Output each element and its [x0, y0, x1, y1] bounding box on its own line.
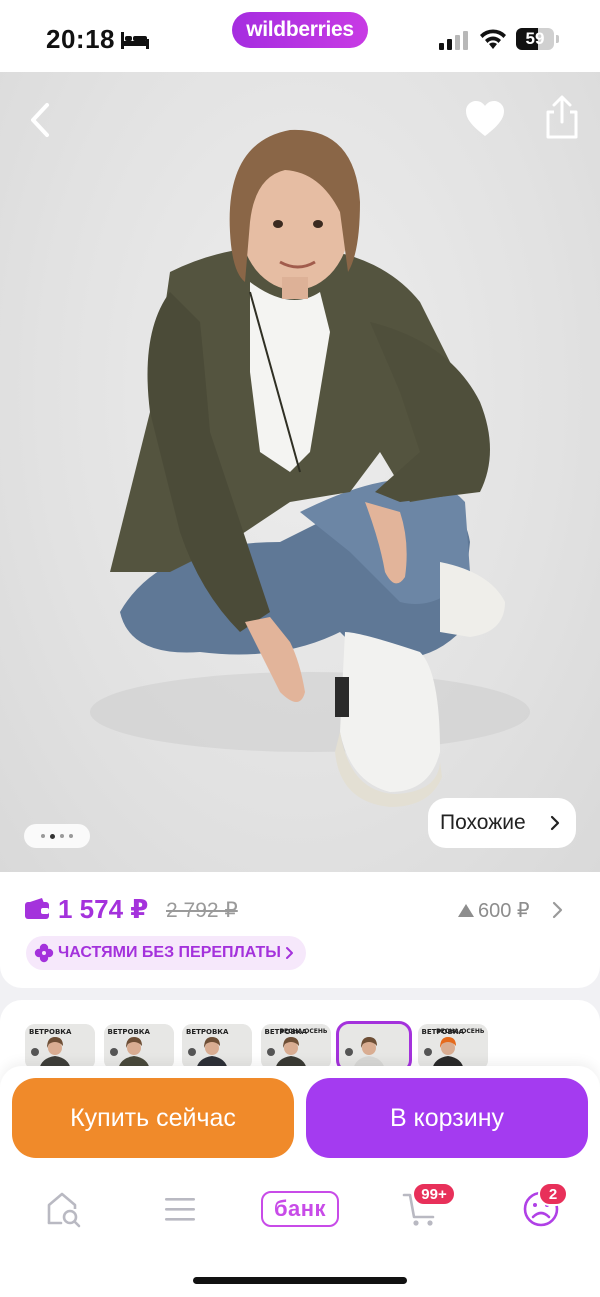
bed-icon — [121, 32, 149, 49]
chevron-right-icon[interactable] — [552, 901, 564, 919]
status-time: 20:18 — [46, 24, 115, 54]
share-icon — [546, 95, 578, 139]
battery-level: 59 — [525, 29, 545, 48]
profile-notification-badge: 2 — [538, 1182, 568, 1206]
battery-body: 59 — [516, 28, 554, 50]
tab-catalog[interactable] — [158, 1184, 202, 1234]
pagination-dot — [60, 834, 64, 838]
pagination-dot — [50, 833, 55, 839]
pagination-dot — [41, 834, 45, 838]
bottom-action-sheet: Купить сейчас В корзину банк 99+ 2 — [0, 1066, 600, 1297]
price-card: 1 574 ₽ 2 792 ₽ 600 ₽ ЧАСТЯМИ БЕЗ ПЕРЕПЛ… — [0, 872, 600, 988]
similar-products-button[interactable]: Похожие — [428, 798, 576, 848]
price-drop-value: 600 ₽ — [478, 900, 530, 922]
variant-label: ВЕТРОВКА — [107, 1028, 150, 1036]
color-variant-thumb[interactable]: ВЕТРОВКА ВЕСНА-ОСЕНЬ — [417, 1024, 488, 1070]
price-old: 2 792 ₽ — [166, 899, 238, 922]
heart-icon — [466, 101, 504, 136]
battery-tip — [556, 35, 559, 43]
clover-icon — [34, 943, 54, 963]
share-button[interactable] — [540, 94, 584, 142]
back-icon — [31, 103, 49, 137]
variant-label: ВЕТРОВКА — [29, 1028, 72, 1036]
chevron-right-icon — [285, 947, 293, 959]
battery-indicator: 59 — [516, 28, 560, 50]
wallet-icon — [25, 898, 49, 919]
color-variant-thumb[interactable]: ВЕТРОВКА — [182, 1024, 252, 1070]
similar-products-label: Похожие — [440, 811, 526, 834]
wifi-icon — [480, 29, 506, 49]
pagination-dot — [69, 834, 73, 838]
price-history-link[interactable]: 600 ₽ — [458, 898, 530, 923]
signal-icon — [439, 31, 468, 50]
brand-logo: wildberries — [232, 12, 368, 48]
price-current: 1 574 ₽ — [58, 894, 149, 924]
back-button[interactable] — [20, 96, 60, 144]
variant-season-tag: ВЕСНА ОСЕНЬ — [279, 1028, 328, 1035]
product-photo — [90, 129, 530, 807]
search-home-icon — [47, 1192, 81, 1228]
home-indicator — [193, 1277, 407, 1284]
color-variant-thumb[interactable]: ВЕТРОВКА — [103, 1024, 174, 1070]
installment-label: ЧАСТЯМИ БЕЗ ПЕРЕПЛАТЫ — [58, 944, 281, 961]
color-variant-thumb[interactable]: ВЕТРОВКА — [25, 1024, 95, 1070]
cart-count-badge: 99+ — [412, 1182, 456, 1206]
variant-label: ВЕТРОВКА — [186, 1028, 229, 1036]
product-image-gallery[interactable]: Похожие — [0, 72, 600, 872]
tab-bank[interactable]: банк — [260, 1184, 340, 1234]
color-variant-thumb[interactable] — [336, 1021, 412, 1073]
installment-badge[interactable]: ЧАСТЯМИ БЕЗ ПЕРЕПЛАТЫ — [26, 936, 306, 970]
menu-icon — [165, 1198, 195, 1221]
variant-season-tag: ВЕСНА-ОСЕНЬ — [436, 1028, 485, 1035]
color-variant-thumb[interactable]: ВЕТРОВКА ВЕСНА ОСЕНЬ — [260, 1024, 331, 1070]
image-pagination-dots — [24, 824, 90, 848]
bank-logo: банк — [261, 1191, 339, 1227]
price-up-icon — [458, 904, 474, 917]
favorite-button[interactable] — [462, 96, 508, 142]
add-to-cart-button[interactable]: В корзину — [306, 1078, 588, 1158]
variant-preview-image — [339, 1024, 409, 1070]
buy-now-button[interactable]: Купить сейчас — [12, 1078, 294, 1158]
chevron-right-icon — [550, 815, 560, 831]
tab-home[interactable] — [38, 1184, 88, 1234]
status-bar: 20:18 wildberries 59 — [0, 0, 600, 72]
